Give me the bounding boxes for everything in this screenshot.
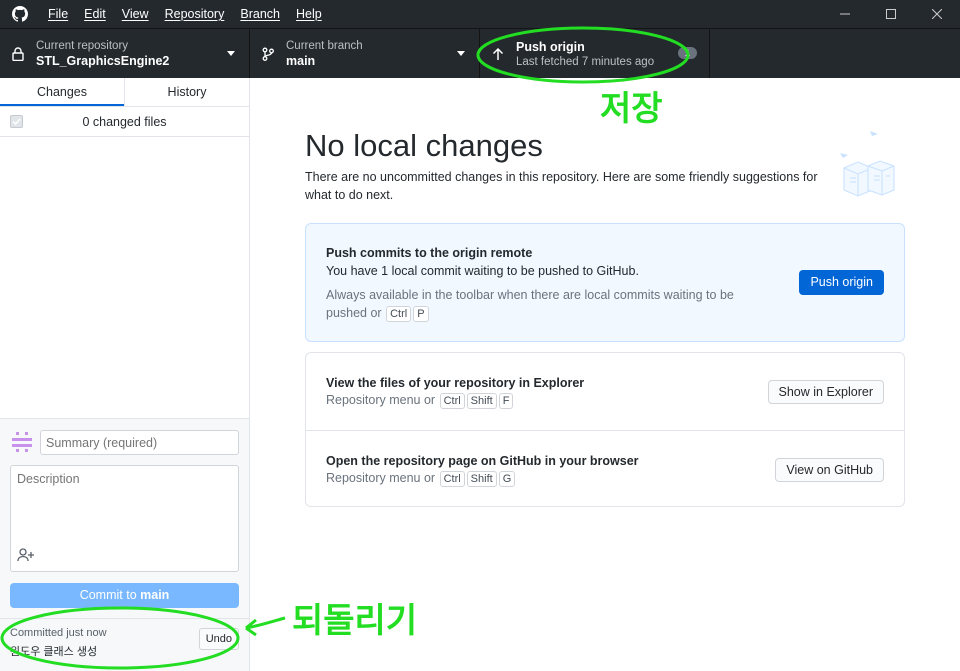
menu-view[interactable]: View — [114, 0, 157, 28]
explorer-title: View the files of your repository in Exp… — [326, 376, 585, 390]
maximize-icon[interactable] — [868, 0, 914, 28]
page-title: No local changes — [305, 128, 543, 163]
sidebar: Changes History 0 changed files Commit t… — [0, 78, 250, 671]
kbd-f: F — [498, 393, 514, 409]
undo-commit-panel: Committed just now 윈도우 클래스 생성 Undo — [0, 618, 249, 671]
repository-label: Current repository — [36, 39, 129, 52]
kbd-g: G — [498, 471, 516, 487]
avatar — [10, 430, 34, 454]
github-title: Open the repository page on GitHub in yo… — [326, 454, 639, 468]
menu-repository[interactable]: Repository — [157, 0, 233, 28]
changed-files-header: 0 changed files — [0, 107, 249, 137]
push-card-title: Push commits to the origin remote — [326, 246, 533, 260]
sidebar-tabs: Changes History — [0, 78, 249, 107]
boxes-illustration-icon — [830, 126, 910, 206]
commit-message: 윈도우 클래스 생성 — [10, 646, 98, 658]
suggestions-card: View the files of your repository in Exp… — [305, 352, 905, 507]
commit-form: Commit to main — [0, 418, 249, 618]
branch-label: Current branch — [286, 39, 363, 52]
description-input[interactable] — [11, 466, 238, 546]
window-controls — [822, 0, 960, 28]
menu-help[interactable]: Help — [288, 0, 330, 28]
kbd-ctrl: Ctrl — [439, 393, 465, 409]
menu-file[interactable]: File — [40, 0, 76, 28]
changed-files-count: 0 changed files — [82, 114, 167, 129]
add-co-author-icon[interactable] — [17, 548, 35, 565]
push-title: Push origin — [516, 39, 585, 54]
tab-history[interactable]: History — [124, 78, 249, 106]
kbd-shift: Shift — [466, 393, 497, 409]
branch-name: main — [286, 53, 316, 68]
kbd-ctrl: Ctrl — [386, 306, 412, 322]
chevron-down-icon — [457, 51, 465, 56]
lock-icon — [0, 46, 36, 61]
github-hint: Repository menu or Ctrl Shift G — [326, 471, 516, 487]
push-subtitle: Last fetched 7 minutes ago — [516, 55, 655, 68]
select-all-checkbox[interactable] — [10, 115, 23, 128]
title-bar: File Edit View Repository Branch Help — [0, 0, 960, 28]
branch-icon — [250, 47, 286, 61]
minimize-icon[interactable] — [822, 0, 868, 28]
main-content: No local changes There are no uncommitte… — [250, 78, 960, 671]
push-count-badge: 1 — [677, 47, 697, 59]
arrow-up-icon — [480, 47, 516, 61]
menu-bar: File Edit View Repository Branch Help — [40, 0, 330, 28]
branch-selector[interactable]: Current branch main — [250, 29, 480, 78]
push-commits-card: Push commits to the origin remote You ha… — [305, 223, 905, 342]
push-card-hint: Always available in the toolbar when the… — [326, 288, 734, 322]
page-description: There are no uncommitted changes in this… — [305, 170, 818, 202]
kbd-p: P — [413, 306, 429, 322]
push-origin-card-button[interactable]: Push origin — [799, 270, 884, 295]
commit-time: Committed just now — [10, 627, 107, 639]
explorer-row: View the files of your repository in Exp… — [306, 353, 904, 430]
tab-changes[interactable]: Changes — [0, 78, 124, 106]
summary-input[interactable] — [40, 430, 239, 455]
menu-edit[interactable]: Edit — [76, 0, 114, 28]
repository-selector[interactable]: Current repository STL_GraphicsEngine2 — [0, 29, 250, 78]
kbd-ctrl: Ctrl — [439, 471, 465, 487]
close-icon[interactable] — [914, 0, 960, 28]
push-card-message: You have 1 local commit waiting to be pu… — [326, 264, 639, 278]
kbd-shift: Shift — [466, 471, 497, 487]
github-logo-icon — [0, 0, 40, 28]
menu-branch[interactable]: Branch — [232, 0, 288, 28]
chevron-down-icon — [227, 51, 235, 56]
undo-button[interactable]: Undo — [198, 628, 239, 650]
show-in-explorer-button[interactable]: Show in Explorer — [767, 380, 884, 404]
github-row: Open the repository page on GitHub in yo… — [306, 430, 904, 507]
view-on-github-button[interactable]: View on GitHub — [775, 458, 884, 482]
explorer-hint: Repository menu or Ctrl Shift F — [326, 393, 514, 409]
repository-name: STL_GraphicsEngine2 — [36, 53, 170, 68]
commit-button[interactable]: Commit to main — [10, 583, 239, 608]
description-box — [10, 465, 239, 572]
push-origin-button[interactable]: Push origin Last fetched 7 minutes ago 1 — [480, 29, 710, 78]
toolbar: Current repository STL_GraphicsEngine2 C… — [0, 28, 960, 78]
